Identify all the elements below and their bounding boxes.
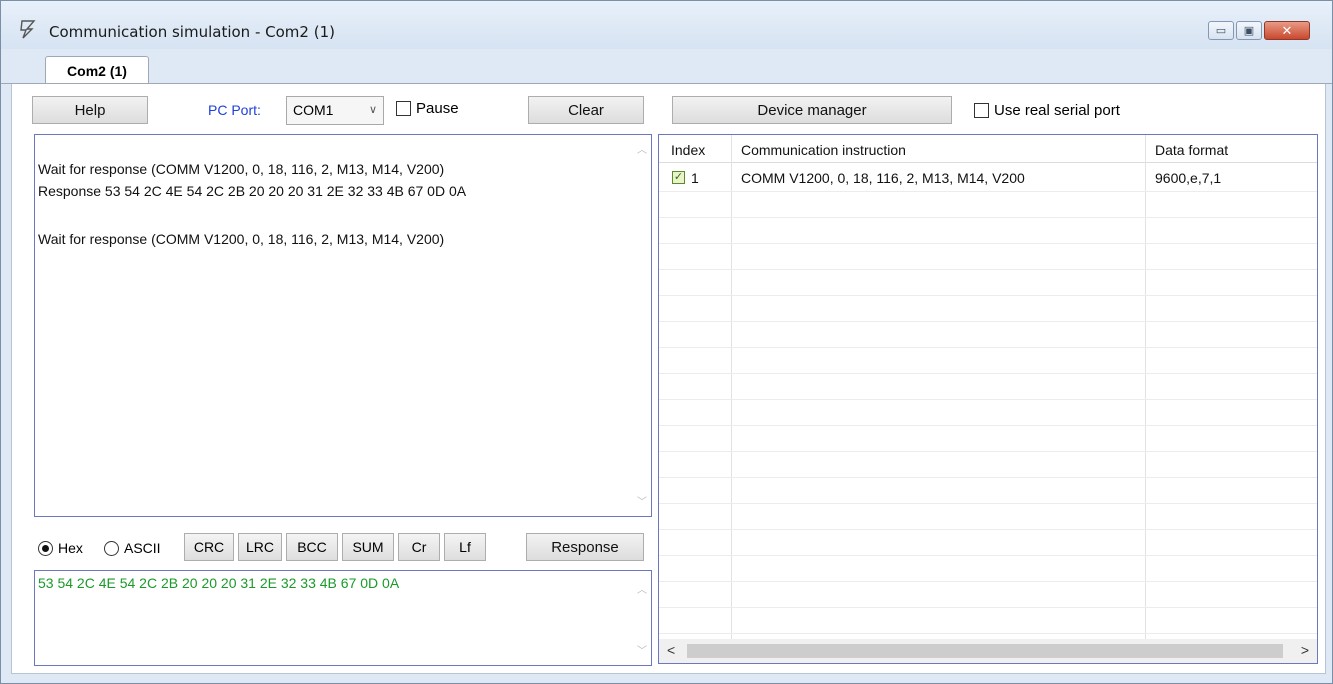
row-divider: [659, 607, 1317, 608]
response-scrollbar[interactable]: ︿ ﹀: [634, 571, 651, 665]
table-horizontal-scrollbar[interactable]: < >: [659, 639, 1317, 663]
lf-button[interactable]: Lf: [444, 533, 486, 561]
row-data-format[interactable]: 9600,e,7,1: [1155, 170, 1221, 186]
row-divider: [659, 269, 1317, 270]
row-divider: [659, 373, 1317, 374]
hex-radio[interactable]: [38, 541, 53, 556]
row-divider: [659, 217, 1317, 218]
row-divider: [659, 529, 1317, 530]
ascii-label: ASCII: [124, 540, 161, 556]
log-line: Response 53 54 2C 4E 54 2C 2B 20 20 20 3…: [38, 183, 467, 199]
cr-button[interactable]: Cr: [398, 533, 440, 561]
close-button[interactable]: ✕: [1264, 21, 1310, 40]
response-button[interactable]: Response: [526, 533, 644, 561]
tab-content: Help PC Port: COM1 ∨ Pause Clear Device …: [11, 84, 1326, 674]
row-divider: [659, 425, 1317, 426]
row-index[interactable]: 1: [691, 170, 699, 186]
minimize-button[interactable]: ▭: [1208, 21, 1234, 40]
pause-label: Pause: [416, 100, 459, 117]
pc-port-value: COM1: [293, 102, 334, 118]
chevron-down-icon: ∨: [368, 104, 377, 116]
use-real-serial-checkbox[interactable]: [974, 103, 989, 118]
scroll-up-icon[interactable]: ︿: [637, 141, 647, 156]
row-divider: [659, 321, 1317, 322]
scroll-up-icon[interactable]: ︿: [637, 581, 647, 596]
pc-port-label: PC Port:: [208, 102, 261, 118]
sum-button[interactable]: SUM: [342, 533, 394, 561]
column-divider: [1145, 135, 1146, 639]
scroll-right-icon[interactable]: >: [1301, 642, 1309, 658]
app-icon: [20, 20, 36, 39]
title-bar: Communication simulation - Com2 (1) ▭ ▣ …: [1, 1, 1332, 49]
log-line: Wait for response (COMM V1200, 0, 18, 11…: [38, 231, 445, 247]
pause-checkbox[interactable]: [396, 101, 411, 116]
row-divider: [659, 243, 1317, 244]
column-header-instruction[interactable]: Communication instruction: [741, 142, 906, 158]
scroll-down-icon[interactable]: ﹀: [637, 642, 647, 657]
ascii-radio[interactable]: [104, 541, 119, 556]
crc-button[interactable]: CRC: [184, 533, 234, 561]
hex-label: Hex: [58, 540, 83, 556]
use-real-serial-label: Use real serial port: [994, 102, 1120, 119]
row-divider: [659, 399, 1317, 400]
row-divider: [659, 503, 1317, 504]
tab-strip: Com2 (1): [1, 49, 1332, 84]
pc-port-select[interactable]: COM1 ∨: [286, 96, 384, 125]
column-header-index[interactable]: Index: [671, 142, 705, 158]
clear-button[interactable]: Clear: [528, 96, 644, 124]
table-header: Index Communication instruction Data for…: [659, 135, 1317, 163]
device-manager-button[interactable]: Device manager: [672, 96, 952, 124]
log-textarea[interactable]: Wait for response (COMM V1200, 0, 18, 11…: [34, 134, 652, 517]
log-scrollbar[interactable]: ︿ ﹀: [634, 135, 651, 516]
column-divider: [731, 135, 732, 639]
help-button[interactable]: Help: [32, 96, 148, 124]
row-divider: [659, 451, 1317, 452]
scroll-down-icon[interactable]: ﹀: [637, 493, 647, 508]
scroll-left-icon[interactable]: <: [667, 642, 675, 658]
row-divider: [659, 633, 1317, 634]
lrc-button[interactable]: LRC: [238, 533, 282, 561]
row-divider: [659, 347, 1317, 348]
column-header-data-format[interactable]: Data format: [1155, 142, 1228, 158]
log-line: Wait for response (COMM V1200, 0, 18, 11…: [38, 161, 445, 177]
maximize-button[interactable]: ▣: [1236, 21, 1262, 40]
row-divider: [659, 477, 1317, 478]
row-divider: [659, 191, 1317, 192]
window-controls: ▭ ▣ ✕: [1208, 21, 1310, 40]
row-divider: [659, 581, 1317, 582]
response-input[interactable]: 53 54 2C 4E 54 2C 2B 20 20 20 31 2E 32 3…: [34, 570, 652, 666]
tab-com2[interactable]: Com2 (1): [45, 56, 149, 84]
instruction-table[interactable]: Index Communication instruction Data for…: [658, 134, 1318, 664]
scrollbar-thumb[interactable]: [687, 644, 1283, 658]
row-divider: [659, 555, 1317, 556]
row-divider: [659, 295, 1317, 296]
row-checkbox[interactable]: ✓: [672, 171, 685, 184]
app-window: Communication simulation - Com2 (1) ▭ ▣ …: [0, 0, 1333, 684]
window-title: Communication simulation - Com2 (1): [49, 23, 335, 41]
response-text: 53 54 2C 4E 54 2C 2B 20 20 20 31 2E 32 3…: [38, 575, 400, 591]
row-instruction[interactable]: COMM V1200, 0, 18, 116, 2, M13, M14, V20…: [741, 170, 1025, 186]
bcc-button[interactable]: BCC: [286, 533, 338, 561]
